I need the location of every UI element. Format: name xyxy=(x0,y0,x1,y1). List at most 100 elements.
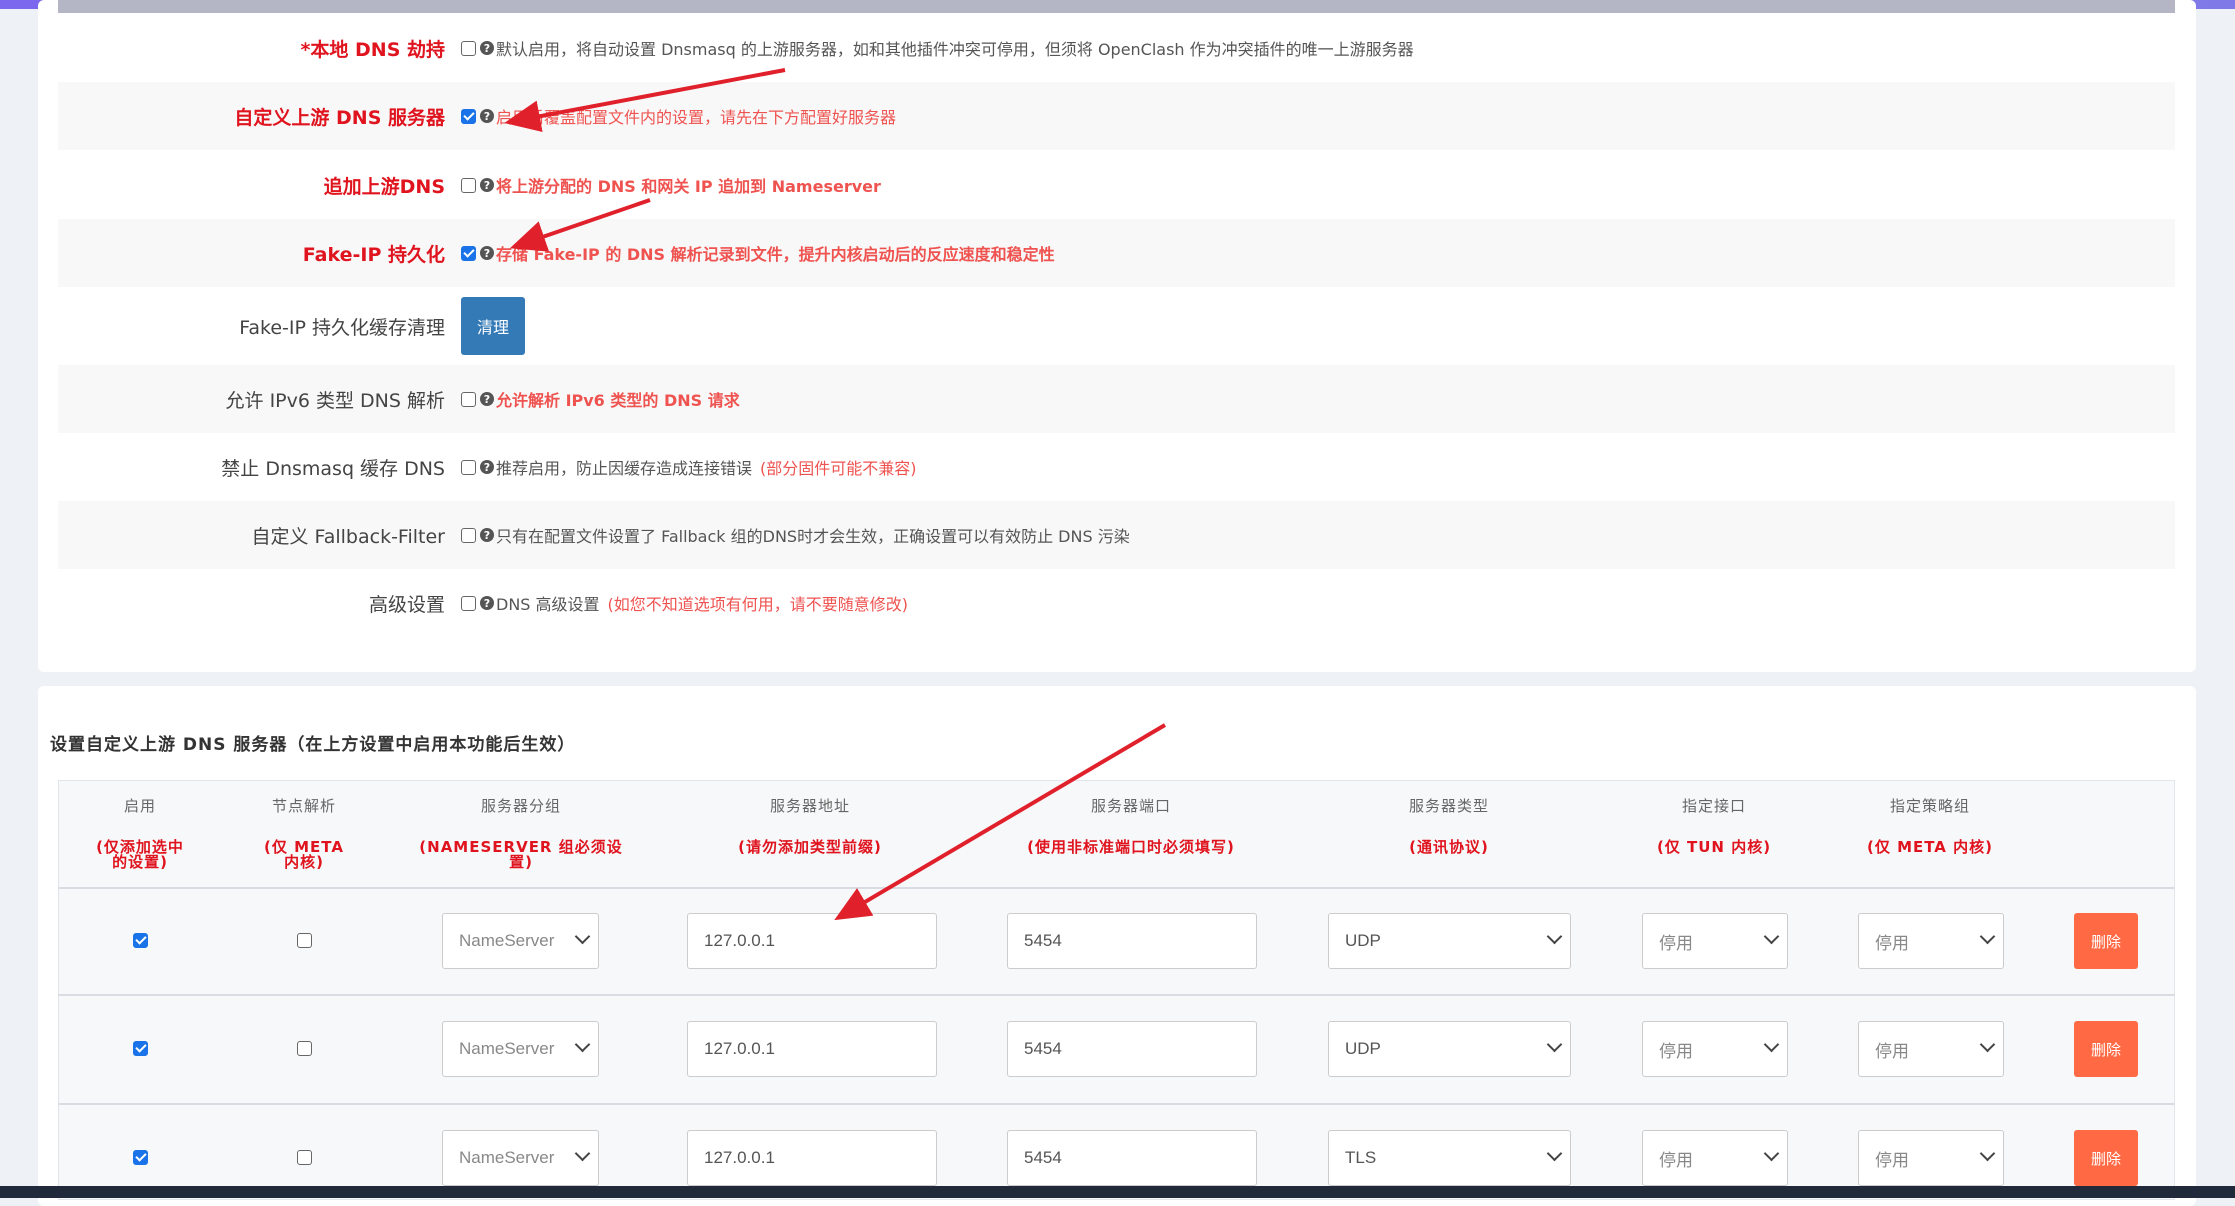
setting-row: 高级设置? DNS 高级设置 (如您不知道选项有何用，请不要随意修改) xyxy=(58,569,2175,637)
section-title: 设置自定义上游 DNS 服务器（在上方设置中启用本功能后生效） xyxy=(50,735,576,755)
server-type-select-value: UDP xyxy=(1345,931,1381,950)
server-port-input[interactable]: 5454 xyxy=(1007,1021,1257,1077)
policy-group-select[interactable]: 停用 xyxy=(1858,1130,2004,1186)
setting-row: *本地 DNS 劫持? 默认启用，将自动设置 Dnsmasq 的上游服务器，如和其… xyxy=(58,14,2175,82)
help-icon: ? xyxy=(480,392,494,406)
chevron-down-icon xyxy=(1546,1145,1563,1162)
column-header: 指定接口 xyxy=(1681,797,1747,815)
setting-label: Fake-IP 持久化缓存清理 xyxy=(239,316,445,339)
column-header: 服务器地址 xyxy=(769,797,851,815)
column-header: 节点解析 xyxy=(271,797,337,815)
chevron-down-icon xyxy=(574,1036,591,1053)
server-group-select[interactable]: NameServer xyxy=(442,1021,599,1077)
policy-group-select-value: 停用 xyxy=(1875,1041,1909,1061)
column-header-note: (仅 META 内核) xyxy=(1866,838,1994,856)
policy-group-select[interactable]: 停用 xyxy=(1858,913,2004,969)
setting-row: 禁止 Dnsmasq 缓存 DNS? 推荐启用，防止因缓存造成连接错误 (部分固件可… xyxy=(58,433,2175,501)
server-address-input[interactable]: 127.0.0.1 xyxy=(687,1021,937,1077)
setting-checkbox[interactable] xyxy=(461,177,476,193)
chevron-down-icon xyxy=(574,928,591,945)
delete-button[interactable]: 删除 xyxy=(2074,913,2138,969)
column-header-note: (仅添加选中 的设置) xyxy=(96,838,184,871)
help-icon: ? xyxy=(480,596,494,610)
delete-button[interactable]: 删除 xyxy=(2074,1021,2138,1077)
server-group-select-value: NameServer xyxy=(459,931,555,950)
interface-select[interactable]: 停用 xyxy=(1642,1021,1788,1077)
server-type-select[interactable]: UDP xyxy=(1328,1021,1571,1077)
column-header-note: (仅 TUN 内核) xyxy=(1656,838,1772,856)
setting-row: 自定义 Fallback-Filter? 只有在配置文件设置了 Fallback … xyxy=(58,501,2175,569)
help-icon: ? xyxy=(480,178,494,192)
server-group-select-value: NameServer xyxy=(459,1039,555,1058)
setting-label: 追加上游DNS xyxy=(323,175,445,198)
interface-select-value: 停用 xyxy=(1659,1150,1693,1170)
setting-checkbox[interactable] xyxy=(461,459,476,475)
interface-select-value: 停用 xyxy=(1659,933,1693,953)
setting-field: ? DNS 高级设置 (如您不知道选项有何用，请不要随意修改) xyxy=(461,569,908,637)
server-group-select[interactable]: NameServer xyxy=(442,1130,599,1186)
server-port-input[interactable]: 5454 xyxy=(1007,913,1257,969)
column-header: 指定策略组 xyxy=(1889,797,1971,815)
enable-checkbox[interactable] xyxy=(133,933,148,948)
policy-group-select-value: 停用 xyxy=(1875,933,1909,953)
setting-field: ? 存储 Fake-IP 的 DNS 解析记录到文件，提升内核启动后的反应速度和稳… xyxy=(461,219,1055,287)
setting-label: 允许 IPv6 类型 DNS 解析 xyxy=(225,389,445,412)
server-address-input[interactable]: 127.0.0.1 xyxy=(687,913,937,969)
setting-checkbox[interactable] xyxy=(461,40,476,56)
help-icon: ? xyxy=(480,41,494,55)
setting-row: 追加上游DNS ? 将上游分配的 DNS 和网关 IP 追加到 Nameserver xyxy=(58,151,2175,219)
node-resolve-checkbox[interactable] xyxy=(297,1041,312,1056)
setting-description: 存储 Fake-IP 的 DNS 解析记录到文件，提升内核启动后的反应速度和稳定… xyxy=(496,245,1055,264)
setting-label: 自定义上游 DNS 服务器 xyxy=(234,106,445,129)
interface-select[interactable]: 停用 xyxy=(1642,1130,1788,1186)
taskbar xyxy=(0,1186,2235,1198)
column-header-note: (使用非标准端口时必须填写) xyxy=(1027,838,1235,856)
setting-label: 自定义 Fallback-Filter xyxy=(251,525,446,548)
setting-checkbox[interactable] xyxy=(461,108,476,124)
setting-note: (如您不知道选项有何用，请不要随意修改) xyxy=(607,595,909,614)
server-type-select-value: TLS xyxy=(1345,1148,1377,1167)
policy-group-select[interactable]: 停用 xyxy=(1858,1021,2004,1077)
setting-field: ? 允许解析 IPv6 类型的 DNS 请求 xyxy=(461,365,740,433)
column-header: 服务器端口 xyxy=(1090,797,1172,815)
server-type-select-value: UDP xyxy=(1345,1039,1381,1058)
server-type-select[interactable]: TLS xyxy=(1328,1130,1571,1186)
setting-row: 自定义上游 DNS 服务器? 启用后覆盖配置文件内的设置，请先在下方配置好服务器 xyxy=(58,82,2175,150)
server-group-select-value: NameServer xyxy=(459,1148,555,1167)
column-header: 服务器分组 xyxy=(480,797,562,815)
setting-field: 清理 xyxy=(461,287,525,365)
delete-button[interactable]: 删除 xyxy=(2074,1130,2138,1186)
clear-cache-button[interactable]: 清理 xyxy=(461,297,525,355)
row-divider xyxy=(58,994,2175,996)
setting-checkbox[interactable] xyxy=(461,391,476,407)
setting-row: Fake-IP 持久化缓存清理 清理 xyxy=(58,287,2175,365)
enable-checkbox[interactable] xyxy=(133,1150,148,1165)
setting-description: 启用后覆盖配置文件内的设置，请先在下方配置好服务器 xyxy=(496,108,897,127)
node-resolve-checkbox[interactable] xyxy=(297,1150,312,1165)
column-header: 启用 xyxy=(123,797,157,815)
server-group-select[interactable]: NameServer xyxy=(442,913,599,969)
help-icon: ? xyxy=(480,246,494,260)
server-port-input[interactable]: 5454 xyxy=(1007,1130,1257,1186)
node-resolve-checkbox[interactable] xyxy=(297,933,312,948)
setting-label: Fake-IP 持久化 xyxy=(302,243,445,266)
enable-checkbox[interactable] xyxy=(133,1041,148,1056)
server-address-input[interactable]: 127.0.0.1 xyxy=(687,1130,937,1186)
setting-field: ? 推荐启用，防止因缓存造成连接错误 (部分固件可能不兼容) xyxy=(461,433,917,501)
setting-description: 默认启用，将自动设置 Dnsmasq 的上游服务器，如和其他插件冲突可停用，但须… xyxy=(496,40,1414,59)
chevron-down-icon xyxy=(1546,928,1563,945)
chevron-down-icon xyxy=(574,1145,591,1162)
setting-checkbox[interactable] xyxy=(461,595,476,611)
setting-checkbox[interactable] xyxy=(461,245,476,261)
chevron-down-icon xyxy=(1979,928,1996,945)
setting-field: ? 默认启用，将自动设置 Dnsmasq 的上游服务器，如和其他插件冲突可停用，但… xyxy=(461,14,1414,82)
setting-row: 允许 IPv6 类型 DNS 解析 ? 允许解析 IPv6 类型的 DNS 请求 xyxy=(58,365,2175,433)
setting-checkbox[interactable] xyxy=(461,527,476,543)
setting-label: *本地 DNS 劫持 xyxy=(300,38,445,61)
interface-select-value: 停用 xyxy=(1659,1041,1693,1061)
setting-field: ? 将上游分配的 DNS 和网关 IP 追加到 Nameserver xyxy=(461,151,881,219)
chevron-down-icon xyxy=(1763,928,1780,945)
interface-select[interactable]: 停用 xyxy=(1642,913,1788,969)
help-icon: ? xyxy=(480,109,494,123)
server-type-select[interactable]: UDP xyxy=(1328,913,1571,969)
